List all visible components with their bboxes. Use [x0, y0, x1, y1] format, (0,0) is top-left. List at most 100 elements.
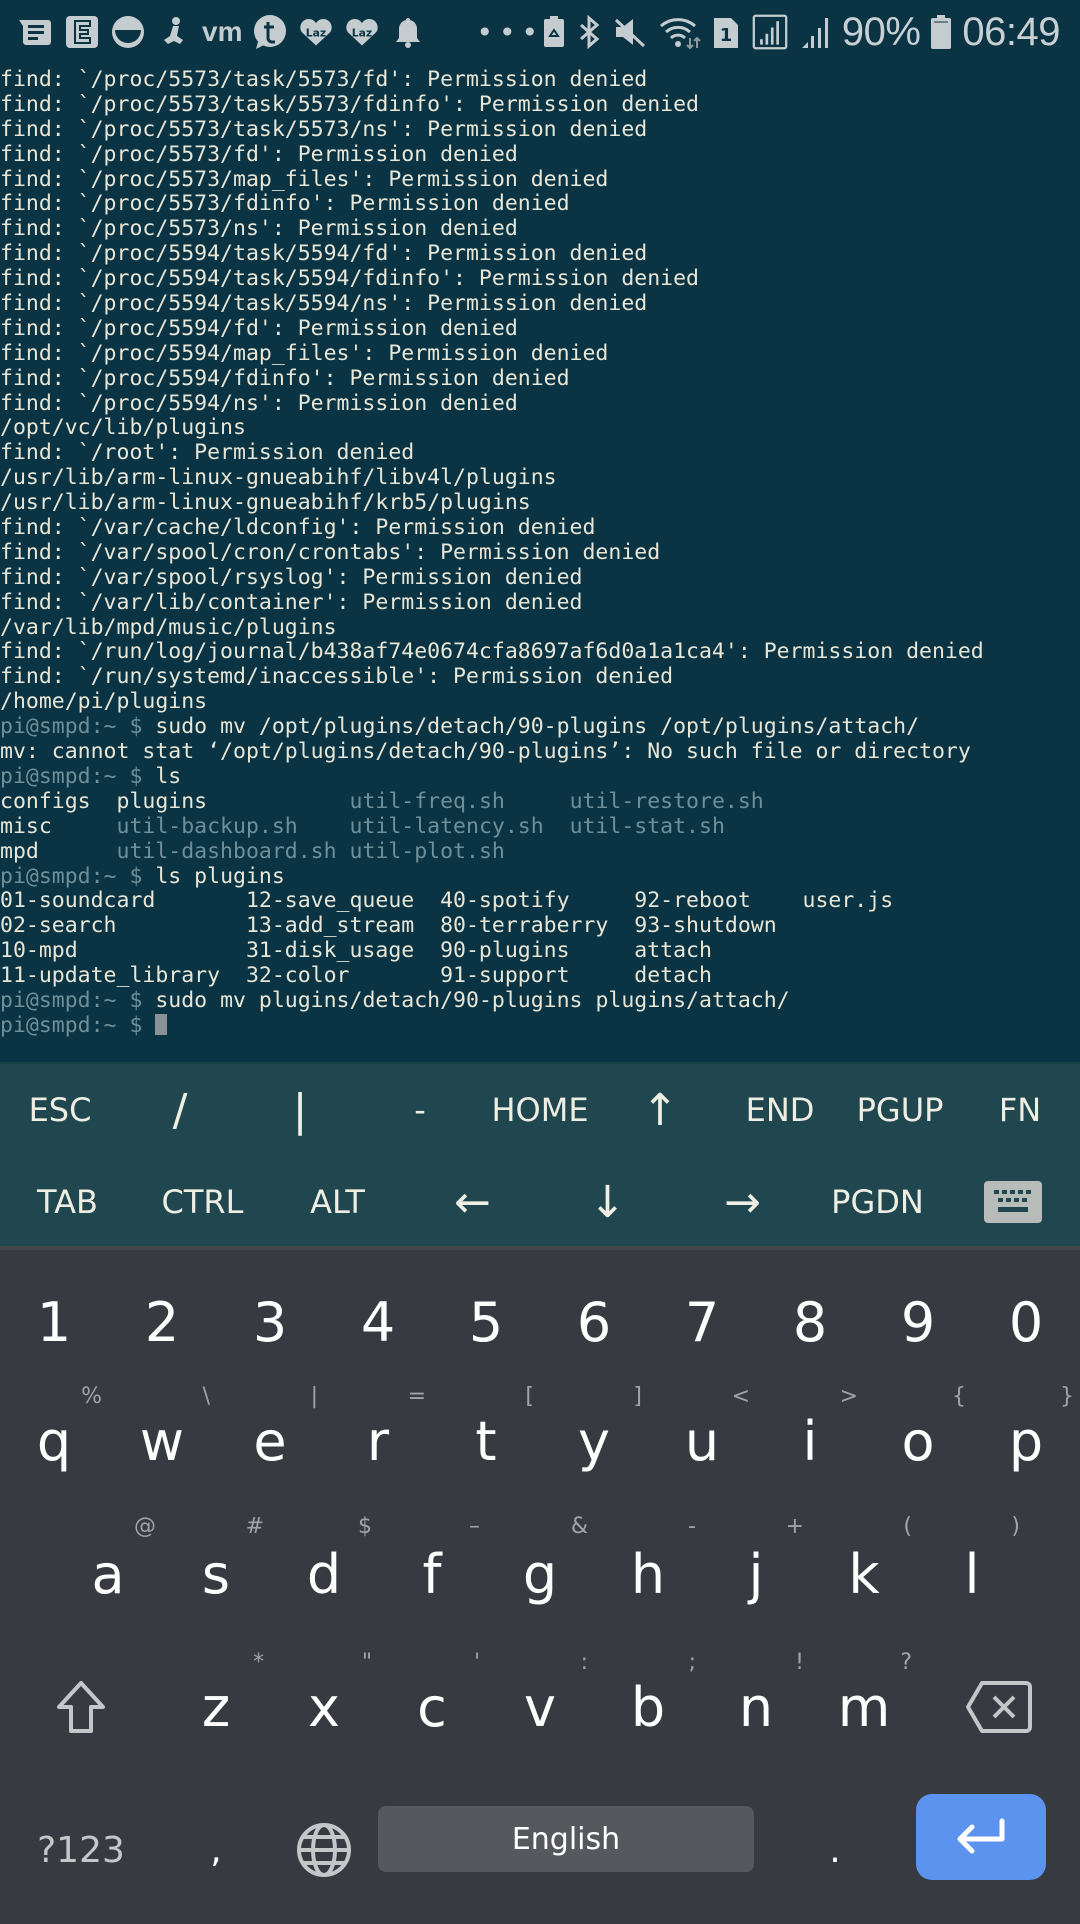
fn-key[interactable]: FN	[960, 1064, 1080, 1156]
key-2[interactable]: 2	[108, 1272, 216, 1372]
pipe-key[interactable]: |	[240, 1064, 360, 1156]
key-q[interactable]: q%	[0, 1376, 108, 1506]
key-w[interactable]: w \	[108, 1376, 216, 1506]
symbols-key[interactable]: ?123	[0, 1790, 162, 1910]
prompt-suffix: :~ $	[90, 1012, 156, 1038]
key-t[interactable]: t[	[432, 1376, 540, 1506]
backspace-key[interactable]	[918, 1642, 1080, 1772]
globe-icon	[297, 1823, 351, 1877]
key-hint: #	[245, 1514, 264, 1539]
key-y[interactable]: y]	[540, 1376, 648, 1506]
arrow-down-key[interactable]: ↓	[540, 1156, 675, 1248]
key-n[interactable]: n!	[702, 1642, 810, 1772]
key-m[interactable]: m?	[810, 1642, 918, 1772]
command-text: sudo mv /opt/plugins/detach/90-plugins /…	[155, 714, 920, 740]
key-3[interactable]: 3	[216, 1272, 324, 1372]
key-r[interactable]: r =	[324, 1376, 432, 1506]
output-text: 10-mpd 31-disk_usage 90-plugins attach	[0, 938, 712, 964]
pgdn-key[interactable]: PGDN	[810, 1156, 945, 1248]
key-l[interactable]: l)	[918, 1506, 1026, 1642]
ls-output-line: 02-search 13-add_stream 80-terraberry 93…	[0, 913, 1080, 939]
output-line: find: `/proc/5573/map_files': Permission…	[0, 167, 1080, 193]
output-text: find: `/var/spool/cron/crontabs': Permis…	[0, 539, 661, 565]
period-key[interactable]: .	[754, 1790, 916, 1910]
key-h[interactable]: h-	[594, 1506, 702, 1642]
output-line: /usr/lib/arm-linux-gnueabihf/krb5/plugin…	[0, 490, 1080, 516]
key-p[interactable]: p}	[972, 1376, 1080, 1506]
svg-text:Laz: Laz	[352, 27, 372, 40]
enter-key[interactable]	[916, 1794, 1046, 1880]
output-text: find: `/proc/5594/fdinfo': Permission de…	[0, 365, 570, 391]
key-5[interactable]: 5	[432, 1272, 540, 1372]
key-u[interactable]: u <	[648, 1376, 756, 1506]
key-c[interactable]: c '	[378, 1642, 486, 1772]
key-x[interactable]: x "	[270, 1642, 378, 1772]
output-text: find: `/var/cache/ldconfig': Permission …	[0, 515, 596, 541]
key-8[interactable]: 8	[756, 1272, 864, 1372]
key-0[interactable]: 0	[972, 1272, 1080, 1372]
key-f[interactable]: f –	[378, 1506, 486, 1642]
key-9[interactable]: 9	[864, 1272, 972, 1372]
key-b[interactable]: b;	[594, 1642, 702, 1772]
key-hint: (	[903, 1514, 912, 1539]
key-hint: >	[839, 1384, 858, 1409]
output-text: find: `/proc/5594/map_files': Permission…	[0, 340, 609, 366]
svg-text:Laz: Laz	[306, 27, 326, 40]
arrow-left-key[interactable]: ←	[405, 1156, 540, 1248]
slash-key[interactable]: /	[120, 1064, 240, 1156]
output-line: find: `/var/cache/ldconfig': Permission …	[0, 515, 1080, 541]
comma-key[interactable]: ,	[162, 1790, 270, 1910]
arrow-right-key[interactable]: →	[675, 1156, 810, 1248]
key-7[interactable]: 7	[648, 1272, 756, 1372]
command-line: pi@smpd:~ $ ls plugins	[0, 863, 1080, 890]
key-g[interactable]: g &	[486, 1506, 594, 1642]
key-hint: '	[473, 1650, 480, 1675]
key-s[interactable]: s #	[162, 1506, 270, 1642]
number-row: 1234567890	[0, 1272, 1080, 1372]
home-key[interactable]: HOME	[480, 1064, 600, 1156]
shift-key[interactable]	[0, 1642, 162, 1772]
terminal-output[interactable]: find: `/proc/5573/task/5573/fd': Permiss…	[0, 68, 1080, 1060]
output-line: find: `/proc/5573/task/5573/fdinfo': Per…	[0, 92, 1080, 118]
pgup-key[interactable]: PGUP	[840, 1064, 960, 1156]
keyboard-toggle-button[interactable]	[945, 1156, 1080, 1248]
dash-key[interactable]: -	[360, 1064, 480, 1156]
battery-icon	[930, 14, 952, 50]
command-line: pi@smpd:~ $ sudo mv /opt/plugins/detach/…	[0, 714, 1080, 740]
lazada-icon: Laz	[344, 14, 380, 50]
key-hint: )	[1011, 1514, 1020, 1539]
key-z[interactable]: z *	[162, 1642, 270, 1772]
key-a[interactable]: a @	[54, 1506, 162, 1642]
tab-key[interactable]: TAB	[0, 1156, 135, 1248]
key-v[interactable]: v:	[486, 1642, 594, 1772]
key-hint: [	[525, 1384, 534, 1409]
backspace-icon	[966, 1681, 1032, 1733]
output-text: find: `/proc/5594/ns': Permission denied	[0, 390, 518, 416]
key-k[interactable]: k(	[810, 1506, 918, 1642]
bottom-letter-row: z * x " c ' v: b; n! m?	[0, 1642, 1080, 1772]
end-key[interactable]: END	[720, 1064, 840, 1156]
arrow-up-key[interactable]: ↑	[600, 1064, 720, 1156]
key-d[interactable]: d $	[270, 1506, 378, 1642]
prompt-suffix: :~ $	[90, 714, 156, 740]
key-hint: -	[688, 1514, 696, 1539]
key-j[interactable]: j +	[702, 1506, 810, 1642]
key-6[interactable]: 6	[540, 1272, 648, 1372]
key-e[interactable]: e |	[216, 1376, 324, 1506]
key-1[interactable]: 1	[0, 1272, 108, 1372]
space-key[interactable]: English	[378, 1806, 754, 1872]
key-4[interactable]: 4	[324, 1272, 432, 1372]
key-i[interactable]: i >	[756, 1376, 864, 1506]
esc-key[interactable]: ESC	[0, 1064, 120, 1156]
ctrl-key[interactable]: CTRL	[135, 1156, 270, 1248]
key-hint: ;	[688, 1650, 696, 1675]
output-line: find: `/proc/5594/fdinfo': Permission de…	[0, 365, 1080, 392]
output-line: find: `/run/systemd/inaccessible': Permi…	[0, 664, 1080, 690]
alt-key[interactable]: ALT	[270, 1156, 405, 1248]
key-o[interactable]: o{	[864, 1376, 972, 1506]
language-switch-key[interactable]	[270, 1790, 378, 1910]
key-label: n	[738, 1675, 774, 1739]
prompt-host: pi@smpd	[0, 863, 91, 889]
output-text: 01-soundcard 12-save_queue 40-spotify 92…	[0, 888, 894, 914]
error-text: mv: cannot stat ‘/opt/plugins/detach/90-…	[0, 739, 971, 765]
